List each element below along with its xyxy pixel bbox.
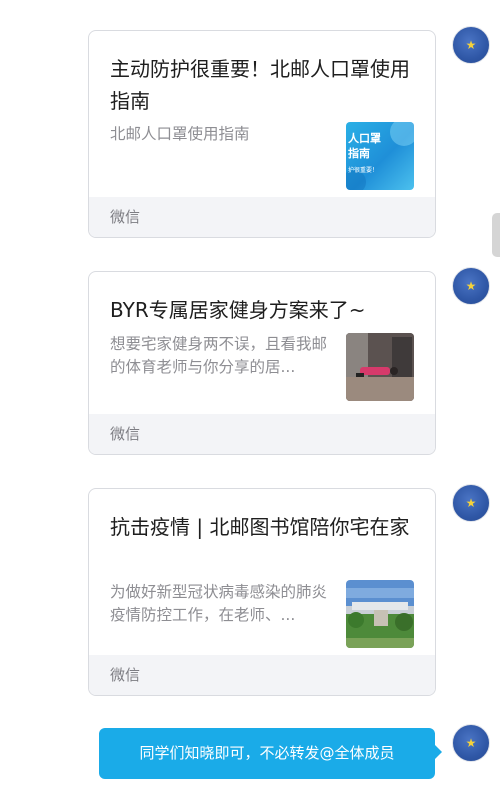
thumb-line-2: 指南 bbox=[348, 146, 370, 160]
star-avatar-icon: ★ bbox=[465, 279, 477, 293]
article-source: 微信 bbox=[89, 655, 435, 695]
home-workout-photo bbox=[346, 333, 414, 401]
side-panel-tab[interactable] bbox=[492, 213, 500, 257]
thumb-line-3: 护很重要！ bbox=[348, 166, 378, 174]
library-campus-photo bbox=[346, 580, 414, 648]
article-card-mask-guide[interactable]: 主动防护很重要！北邮人口罩使用指南 北邮人口罩使用指南 人口罩 指南 护很重要！… bbox=[88, 30, 436, 238]
article-title: 主动防护很重要！北邮人口罩使用指南 bbox=[110, 57, 410, 113]
mask-guide-thumbnail-art: 人口罩 指南 护很重要！ bbox=[346, 122, 414, 190]
text-message-bubble[interactable]: 同学们知晓即可，不必转发@全体成员 bbox=[99, 728, 442, 779]
star-avatar-icon: ★ bbox=[465, 736, 477, 750]
article-card-home-workout[interactable]: BYR专属居家健身方案来了~ 想要宅家健身两不误，且看我邮的体育老师与你分享的居… bbox=[88, 271, 436, 455]
article-description: 北邮人口罩使用指南 bbox=[110, 125, 250, 143]
home-workout-photo-art bbox=[346, 333, 414, 401]
star-avatar-icon: ★ bbox=[465, 38, 477, 52]
article-card-library[interactable]: 抗击疫情 | 北邮图书馆陪你宅在家 为做好新型冠状病毒感染的肺炎疫情防控工作，在… bbox=[88, 488, 436, 696]
article-title: BYR专属居家健身方案来了~ bbox=[110, 298, 366, 322]
article-source: 微信 bbox=[89, 197, 435, 237]
thumb-line-1: 人口罩 bbox=[348, 131, 381, 145]
sender-avatar[interactable]: ★ bbox=[452, 484, 490, 522]
library-campus-photo-art bbox=[346, 580, 414, 648]
sender-avatar[interactable]: ★ bbox=[452, 724, 490, 762]
sender-avatar[interactable]: ★ bbox=[452, 26, 490, 64]
article-title: 抗击疫情 | 北邮图书馆陪你宅在家 bbox=[110, 515, 410, 539]
article-description: 为做好新型冠状病毒感染的肺炎疫情防控工作，在老师、... bbox=[110, 583, 328, 624]
article-description: 想要宅家健身两不误，且看我邮的体育老师与你分享的居... bbox=[110, 335, 328, 376]
mask-guide-thumbnail: 人口罩 指南 护很重要！ bbox=[346, 122, 414, 190]
star-avatar-icon: ★ bbox=[465, 496, 477, 510]
sender-avatar[interactable]: ★ bbox=[452, 267, 490, 305]
article-source: 微信 bbox=[89, 414, 435, 454]
